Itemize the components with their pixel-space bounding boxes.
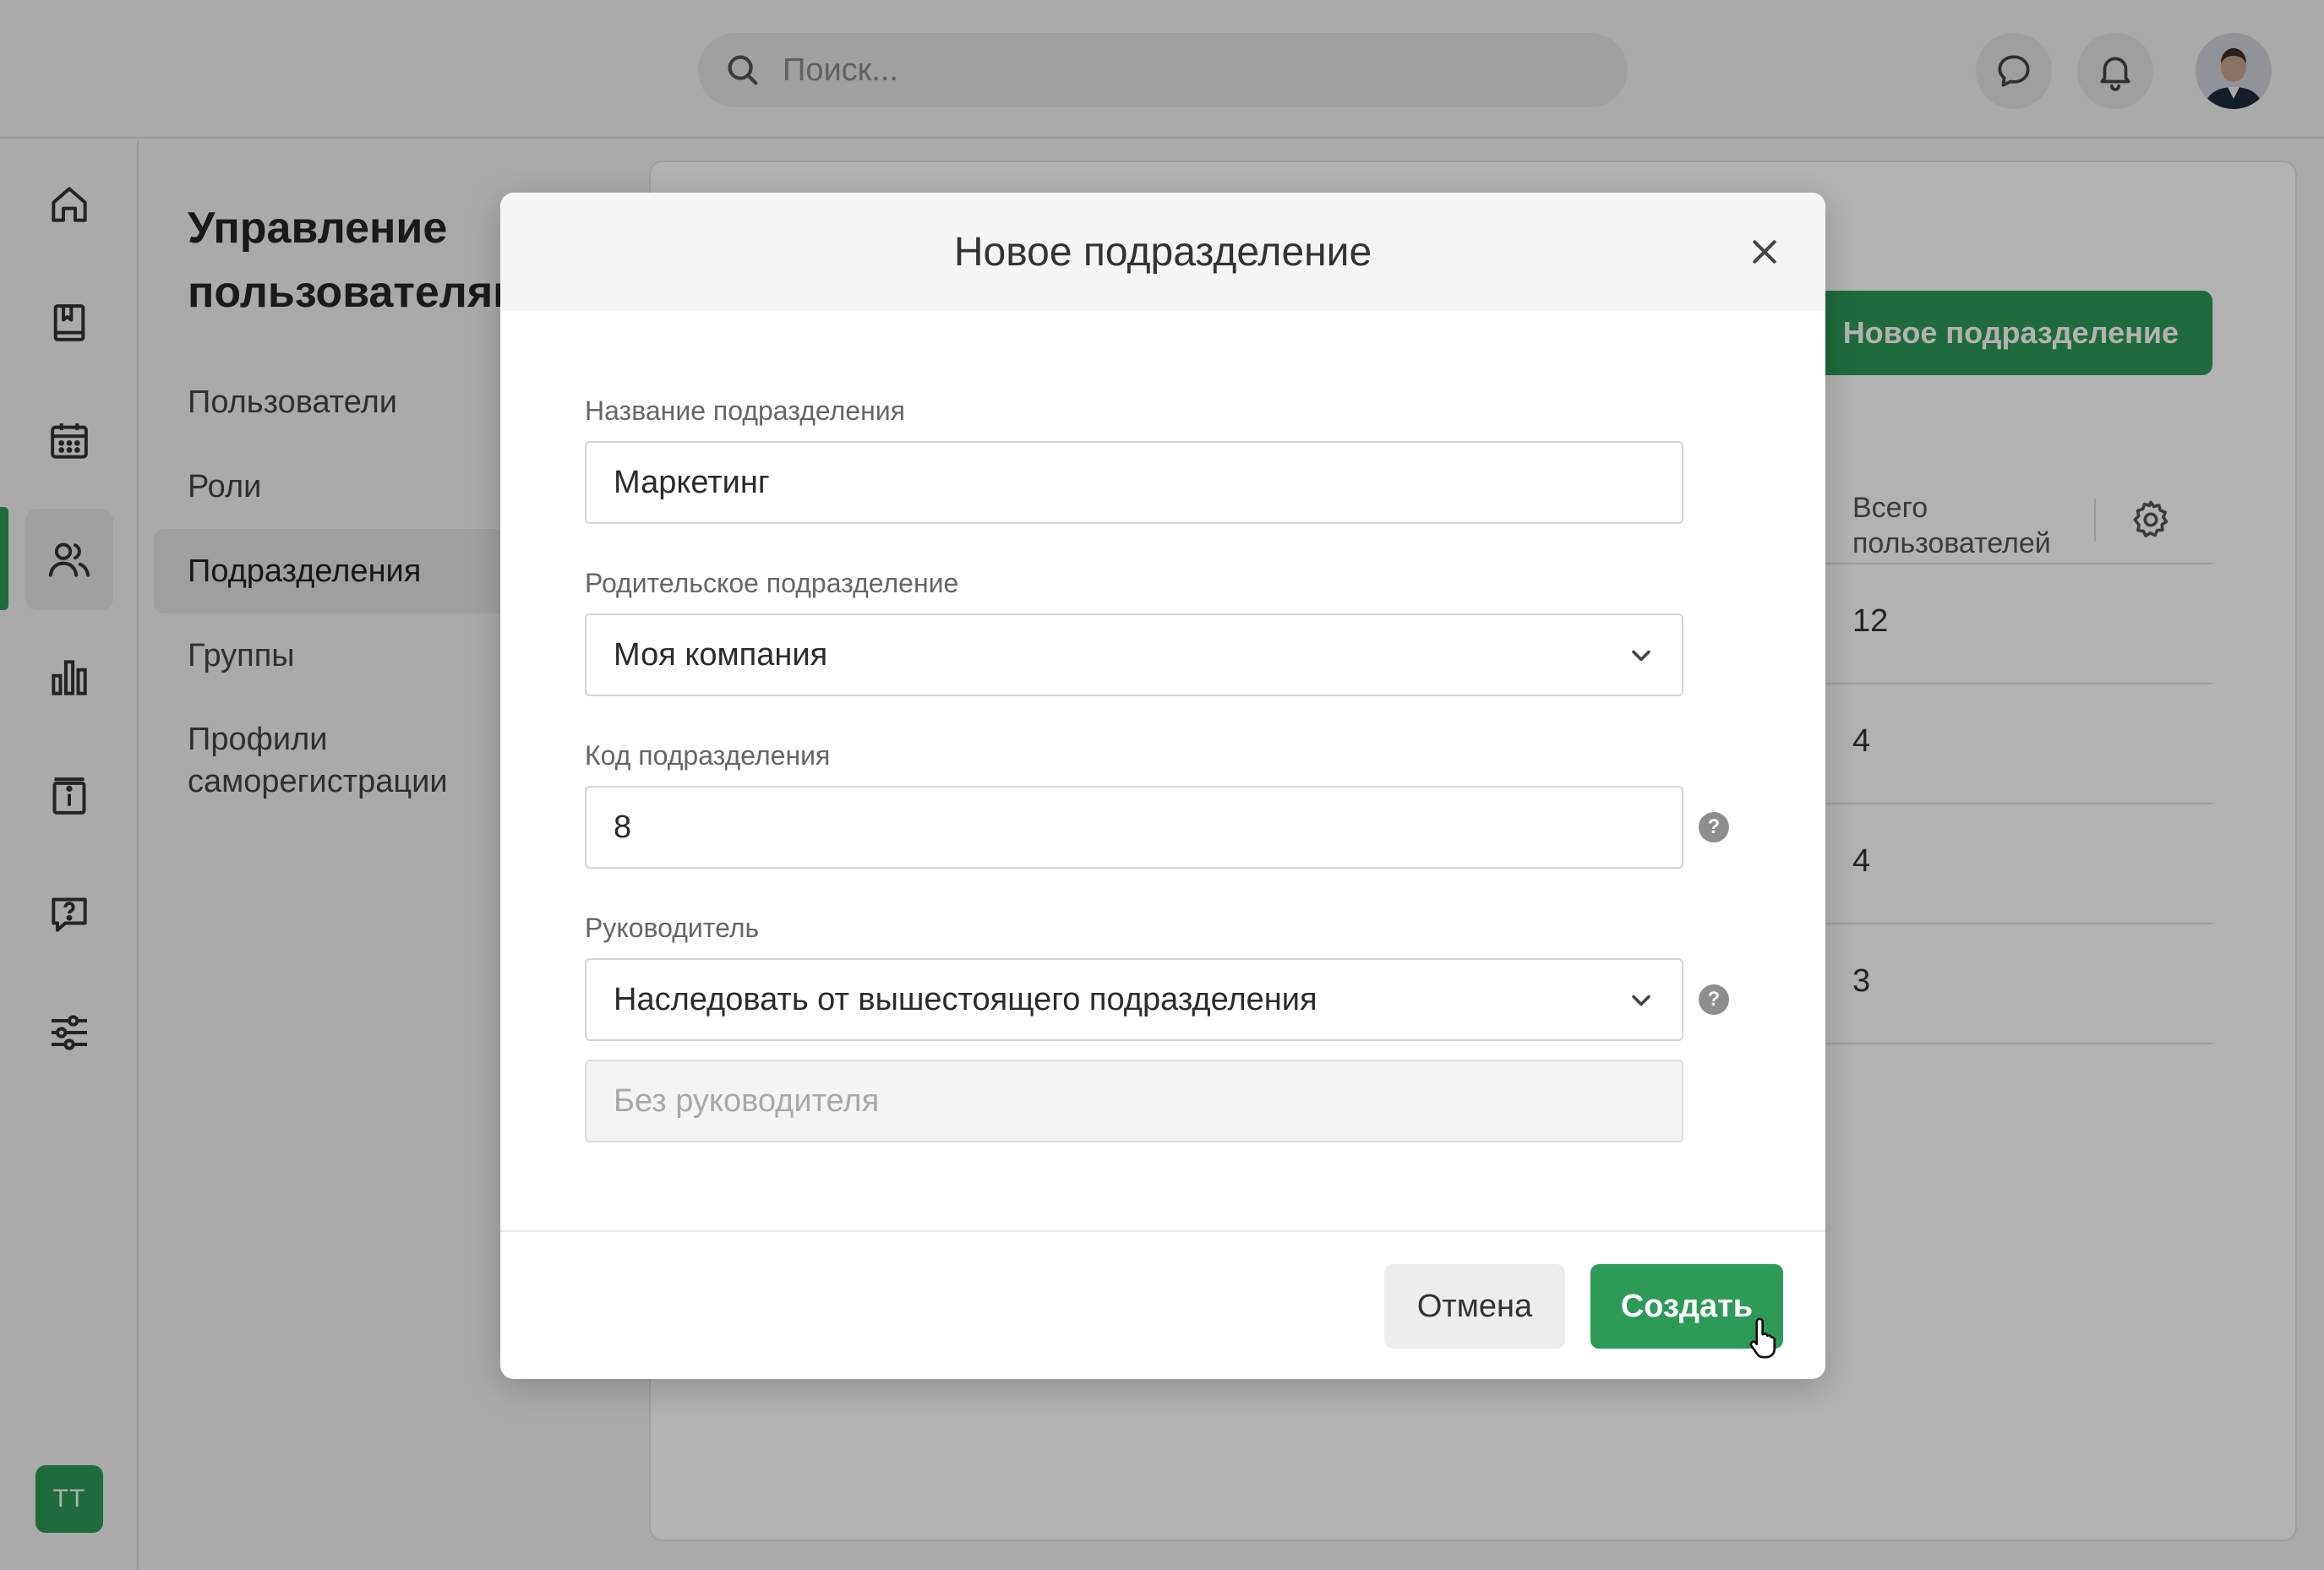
close-button[interactable] [1741,228,1788,275]
close-icon [1753,240,1776,264]
manager-placeholder: Без руководителя [614,1082,880,1119]
dialog-footer: Отмена Создать [500,1230,1825,1379]
department-name-label: Название подразделения [585,395,905,426]
dialog-title: Новое подразделение [953,229,1372,275]
manager-input: Без руководителя [585,1060,1683,1142]
department-code-value: 8 [614,809,632,845]
parent-department-select[interactable]: Моя компания [585,613,1683,696]
manager-mode-value: Наследовать от вышестоящего подразделени… [614,981,1317,1017]
cancel-button[interactable]: Отмена [1384,1264,1565,1349]
chevron-down-icon [1632,995,1650,1006]
department-name-input[interactable]: Маркетинг [585,441,1683,524]
manager-label: Руководитель [585,913,760,943]
manager-mode-select[interactable]: Наследовать от вышестоящего подразделени… [585,958,1683,1041]
code-help-icon[interactable]: ? [1699,812,1729,842]
chevron-down-icon [1632,650,1650,662]
department-code-label: Код подразделения [585,740,831,771]
parent-department-label: Родительское подразделение [585,568,959,598]
department-name-value: Маркетинг [614,464,770,500]
department-code-input[interactable]: 8 [585,786,1683,869]
manager-help-icon[interactable]: ? [1699,984,1729,1015]
pointer-cursor-icon [1749,1317,1776,1359]
dialog-header: Новое подразделение [500,193,1825,311]
parent-department-value: Моя компания [614,636,828,673]
new-department-dialog: Новое подразделение Название подразделен… [500,193,1825,1379]
